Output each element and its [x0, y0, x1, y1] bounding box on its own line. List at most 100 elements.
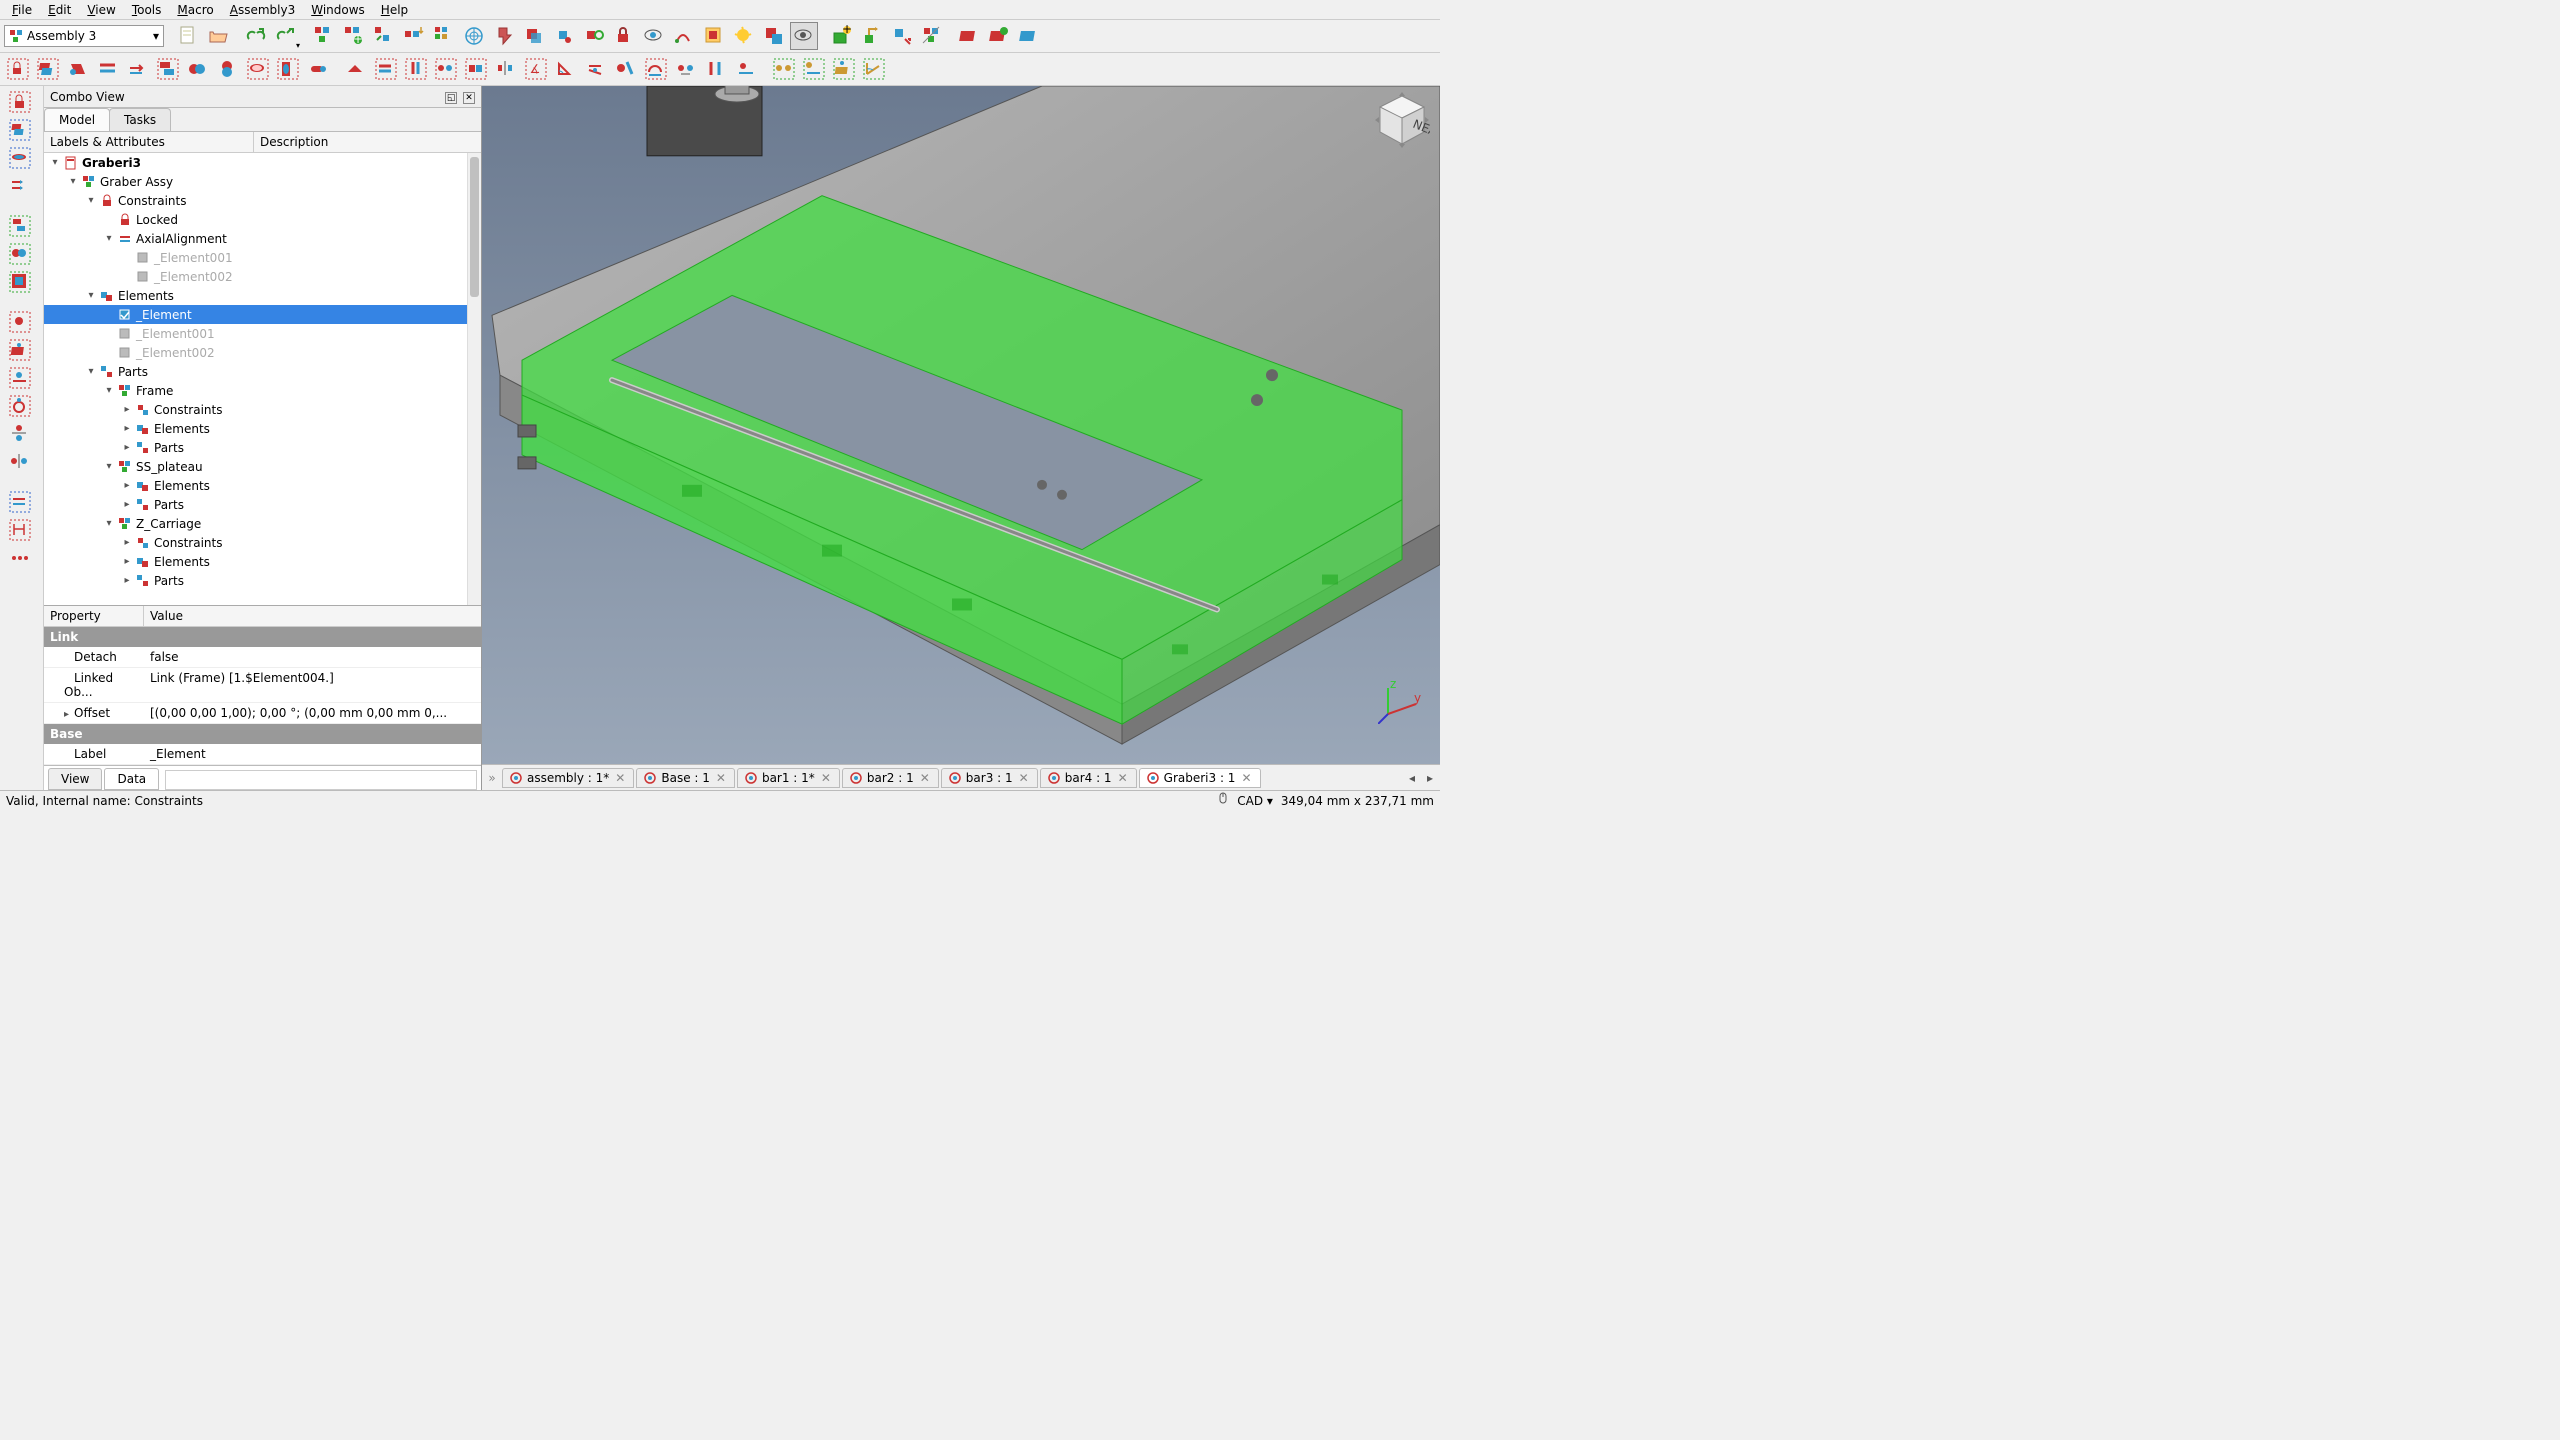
constraint-line-vertical-button[interactable]: [402, 55, 430, 83]
vsymmetric-vert-button[interactable]: [2, 422, 38, 446]
menu-view[interactable]: View: [79, 1, 123, 19]
tree-item-parts[interactable]: ▸Parts: [44, 571, 481, 590]
tree-item-locked[interactable]: Locked: [44, 210, 481, 229]
tree-item-parts[interactable]: ▸Parts: [44, 495, 481, 514]
doc-tab-assembly-1-[interactable]: assembly : 1*✕: [502, 768, 634, 788]
property-row-offset[interactable]: ▸Offset[(0,00 0,00 1,00); 0,00 °; (0,00 …: [44, 703, 481, 724]
tree-item--element001[interactable]: _Element001: [44, 248, 481, 267]
tree-item-elements[interactable]: ▸Elements: [44, 476, 481, 495]
vequal-button[interactable]: [2, 490, 38, 514]
vperpendicular-button[interactable]: [2, 270, 38, 294]
constraint-points-distance-button[interactable]: [672, 55, 700, 83]
vaxial-button[interactable]: [2, 146, 38, 170]
navigation-cube[interactable]: NEAR: [1374, 92, 1430, 148]
create-assembly-button[interactable]: [310, 22, 338, 50]
auto-recompute-button[interactable]: [700, 22, 728, 50]
menu-help[interactable]: Help: [373, 1, 416, 19]
add-x-workplane-button[interactable]: [1016, 22, 1044, 50]
constraint-equal-length-button[interactable]: [582, 55, 610, 83]
property-tab-data[interactable]: Data: [104, 768, 159, 790]
constraint-line-horizontal-button[interactable]: [372, 55, 400, 83]
constraint-equal-line-arc-length-button[interactable]: [642, 55, 670, 83]
tree-item--element001[interactable]: _Element001: [44, 324, 481, 343]
create-element-button[interactable]: [370, 22, 398, 50]
constraint-point-line-distance-button[interactable]: [732, 55, 760, 83]
tree-header-labels[interactable]: Labels & Attributes: [44, 132, 254, 152]
tab-tasks[interactable]: Tasks: [109, 108, 171, 131]
doc-tab-graberi3-1[interactable]: Graberi3 : 1✕: [1139, 768, 1261, 788]
doc-tab-bar1-1-[interactable]: bar1 : 1*✕: [737, 768, 840, 788]
tree-item-axialalignment[interactable]: ▾AxialAlignment: [44, 229, 481, 248]
tree-header-description[interactable]: Description: [254, 132, 481, 152]
menu-edit[interactable]: Edit: [40, 1, 79, 19]
solve-button[interactable]: [460, 22, 488, 50]
vsymmetric-horiz-button[interactable]: [2, 450, 38, 474]
property-header-value[interactable]: Value: [144, 606, 189, 626]
property-header-name[interactable]: Property: [44, 606, 144, 626]
menu-tools[interactable]: Tools: [124, 1, 170, 19]
constraint-point-on-line-button[interactable]: [304, 55, 332, 83]
vangle-button[interactable]: [2, 242, 38, 266]
menu-assembly3[interactable]: Assembly3: [222, 1, 303, 19]
vplane-button[interactable]: [2, 118, 38, 142]
menu-windows[interactable]: Windows: [303, 1, 373, 19]
tab-model[interactable]: Model: [44, 108, 110, 131]
move-part-button[interactable]: [520, 22, 548, 50]
tabs-scroll-left[interactable]: ◂: [1404, 771, 1420, 785]
tree-scrollbar[interactable]: [467, 153, 481, 605]
trace-part-move-button[interactable]: [670, 22, 698, 50]
vpoint-line-button[interactable]: [2, 366, 38, 390]
open-button[interactable]: [204, 22, 232, 50]
vlock-button[interactable]: [2, 90, 38, 114]
tree-item-frame[interactable]: ▾Frame: [44, 381, 481, 400]
tree-item-elements[interactable]: ▸Elements: [44, 419, 481, 438]
tree-item-constraints[interactable]: ▸Constraints: [44, 400, 481, 419]
tabs-overflow-button[interactable]: »: [484, 771, 500, 785]
property-row-detach[interactable]: Detachfalse: [44, 647, 481, 668]
constraint-equal-point-line-distance-button[interactable]: [612, 55, 640, 83]
property-row-label[interactable]: Label_Element: [44, 744, 481, 765]
constraint-perpendicular-button[interactable]: [214, 55, 242, 83]
link-make-button[interactable]: [242, 22, 270, 50]
group-objects-button[interactable]: +: [340, 22, 368, 50]
new-doc-button[interactable]: [174, 22, 202, 50]
vmore-button[interactable]: [2, 546, 38, 570]
nav-style-selector[interactable]: CAD ▾: [1237, 794, 1273, 808]
doc-tab-bar3-1[interactable]: bar3 : 1✕: [941, 768, 1038, 788]
property-filter-input[interactable]: [165, 770, 477, 790]
constraint-plane-coincident-button[interactable]: [64, 55, 92, 83]
tree-item-elements[interactable]: ▾Elements: [44, 286, 481, 305]
quick-move-button[interactable]: [580, 22, 608, 50]
import-step-button[interactable]: [400, 22, 428, 50]
workbench-selector[interactable]: Assembly 3 ▾: [4, 25, 164, 47]
tree-item-constraints[interactable]: ▸Constraints: [44, 533, 481, 552]
measure-point-plane-button[interactable]: [830, 55, 858, 83]
tree-item-graberi3[interactable]: ▾Graberi3: [44, 153, 481, 172]
tree-view[interactable]: ▾Graberi3▾Graber Assy▾ConstraintsLocked▾…: [44, 153, 481, 605]
tree-item-ss-plateau[interactable]: ▾SS_plateau: [44, 457, 481, 476]
doc-tab-bar2-1[interactable]: bar2 : 1✕: [842, 768, 939, 788]
axial-move-button[interactable]: [550, 22, 578, 50]
constraint-multi-parallel-button[interactable]: [154, 55, 182, 83]
tree-item-parts[interactable]: ▾Parts: [44, 362, 481, 381]
constraint-angle-button[interactable]: [184, 55, 212, 83]
vpoint-circle-button[interactable]: [2, 394, 38, 418]
measure-point-distance-button[interactable]: [770, 55, 798, 83]
assembly-freeze-button[interactable]: [918, 22, 946, 50]
lock-mover-button[interactable]: [610, 22, 638, 50]
constraint-points-vertical-button[interactable]: [462, 55, 490, 83]
vmulti-parallel-button[interactable]: [2, 214, 38, 238]
vpoint-coincident-button[interactable]: [2, 310, 38, 334]
toggle-visibility-button[interactable]: [640, 22, 668, 50]
constraint-points-horizontal-button[interactable]: [432, 55, 460, 83]
constraint-point-in-plane-button[interactable]: [274, 55, 302, 83]
tree-item-elements[interactable]: ▸Elements: [44, 552, 481, 571]
constraint-more-button[interactable]: ∡: [522, 55, 550, 83]
constraint-point-plane-distance-button[interactable]: [702, 55, 730, 83]
quick-solve-button[interactable]: [490, 22, 518, 50]
import-multi-button[interactable]: [430, 22, 458, 50]
tree-item-constraints[interactable]: ▾Constraints: [44, 191, 481, 210]
close-icon[interactable]: ✕: [1239, 771, 1253, 785]
constraint-axial-button[interactable]: [94, 55, 122, 83]
3d-viewport[interactable]: NEAR z y: [482, 86, 1440, 764]
